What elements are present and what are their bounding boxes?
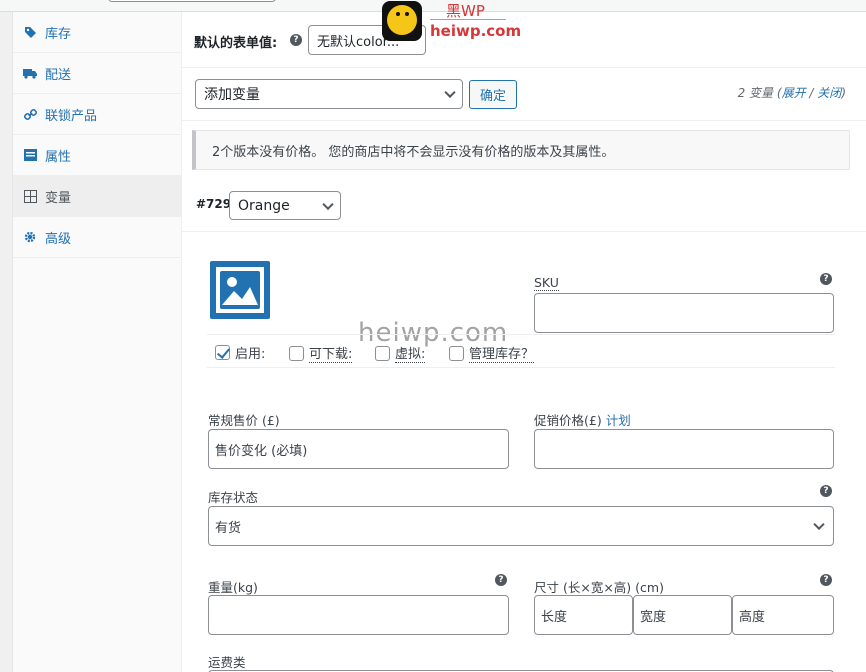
chevron-down-icon (322, 198, 334, 210)
variation-attribute-select[interactable]: Orange (229, 191, 341, 220)
tab-inventory[interactable]: 库存 (13, 12, 182, 53)
sku-input[interactable] (534, 293, 834, 333)
downloadable-checkbox[interactable]: 可下载: (289, 343, 353, 363)
variation-body: SKU ? heiwp.com 启用: 可下载: 虚拟: 管理库存？ 常规售价 … (182, 232, 866, 672)
link-icon (23, 107, 37, 121)
variation-id: #729 (196, 197, 232, 211)
gear-icon (23, 230, 37, 244)
tag-icon (23, 25, 37, 39)
tab-label: 配送 (45, 67, 72, 83)
variation-image-upload[interactable] (210, 261, 270, 319)
add-variation-select[interactable]: 添加变量 (195, 79, 463, 109)
help-icon[interactable]: ? (820, 273, 832, 285)
manage-stock-checkbox[interactable]: 管理库存？ (449, 343, 535, 363)
stock-status-label: 库存状态 (208, 490, 259, 505)
default-form-values-label: 默认的表单值: (194, 36, 278, 51)
schedule-link[interactable]: 计划 (606, 413, 631, 428)
shipping-class-label: 运费类 (208, 655, 246, 670)
list-icon (23, 148, 37, 162)
variations-panel: 默认的表单值: ? 无默认color... 黑WP heiwp.com 添加变量… (182, 1, 866, 672)
tab-linked-products[interactable]: 联锁产品 (13, 94, 182, 135)
tab-advanced[interactable]: 高级 (13, 217, 182, 258)
missing-price-notice: 2个版本没有价格。 您的商店中将不会显示没有价格的版本及其属性。 (192, 130, 850, 170)
enabled-checkbox[interactable]: 启用: (215, 343, 265, 362)
watermark-divider (430, 19, 506, 20)
watermark-url: heiwp.com (430, 22, 522, 40)
weight-label: 重量(kg) (208, 580, 258, 595)
tab-label: 库存 (45, 26, 72, 42)
tab-variations[interactable]: 变量 (13, 176, 182, 217)
variation-count: 2 变量 (展开 / 关闭) (737, 86, 846, 100)
height-input[interactable]: 高度 (732, 595, 834, 635)
variation-header[interactable]: #729 Orange (182, 180, 866, 232)
tab-shipping[interactable]: 配送 (13, 53, 182, 94)
sku-label: SKU (534, 275, 559, 291)
help-icon[interactable]: ? (495, 574, 507, 586)
help-icon[interactable]: ? (820, 574, 832, 586)
watermark-title: 黑WP (446, 2, 485, 20)
width-input[interactable]: 宽度 (633, 595, 732, 635)
collapse-link[interactable]: 关闭 (817, 86, 841, 100)
expand-link[interactable]: 展开 (782, 86, 806, 100)
image-icon (220, 271, 260, 309)
tab-label: 高级 (45, 231, 72, 247)
virtual-checkbox[interactable]: 虚拟: (375, 343, 426, 363)
variations-toolbar: 添加变量 确定 2 变量 (展开 / 关闭) (182, 68, 866, 121)
top-bar (0, 0, 866, 12)
tab-label: 属性 (45, 149, 72, 165)
sale-price-input[interactable] (534, 429, 834, 469)
truck-icon (23, 66, 37, 80)
weight-input[interactable] (208, 595, 509, 635)
chevron-down-icon (813, 518, 825, 531)
tab-label: 联锁产品 (45, 108, 98, 124)
stock-status-select[interactable]: 有货 (208, 506, 834, 546)
variation-options-row: 启用: 可下载: 虚拟: 管理库存？ (207, 334, 835, 368)
sale-price-label: 促销价格(£) 计划 (534, 413, 631, 428)
dimensions-label: 尺寸 (长×宽×高) (cm) (534, 580, 664, 595)
go-button[interactable]: 确定 (469, 80, 517, 109)
tab-label: 变量 (45, 190, 72, 206)
help-icon[interactable]: ? (290, 34, 302, 46)
regular-price-input[interactable]: 售价变化 (必填) (208, 429, 509, 469)
length-input[interactable]: 长度 (534, 595, 633, 635)
watermark-logo (382, 1, 422, 41)
product-data-tabs: 库存 配送 联锁产品 属性 变量 高级 (12, 12, 182, 672)
grid-icon (23, 189, 37, 203)
tab-attributes[interactable]: 属性 (13, 135, 182, 176)
default-form-values-row: 默认的表单值: ? 无默认color... (182, 12, 866, 68)
top-input-stub (108, 0, 276, 2)
regular-price-label: 常规售价 (£) (208, 413, 280, 428)
help-icon[interactable]: ? (820, 485, 832, 497)
chevron-down-icon (444, 86, 456, 99)
